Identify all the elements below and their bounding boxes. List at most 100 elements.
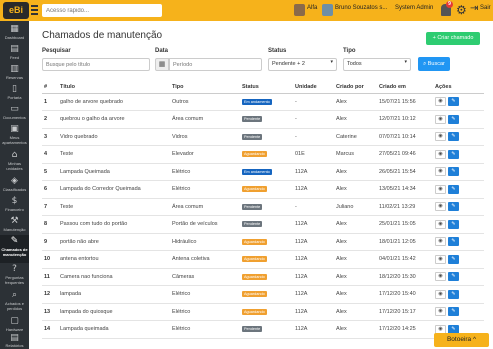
user2-name[interactable]: Bruno Souzatos s... xyxy=(335,5,387,11)
view-icon[interactable]: ◉ xyxy=(435,289,446,299)
logout-icon[interactable]: ⇥ xyxy=(470,3,478,14)
view-icon[interactable]: ◉ xyxy=(435,272,446,282)
table-row[interactable]: 11 Camera nao funciona Câmeras Aguardando 11… xyxy=(42,268,484,286)
edit-icon[interactable]: ✎ xyxy=(448,149,459,159)
row-title: Lampada queimada xyxy=(58,320,170,339)
chat-widget[interactable]: Botoeira ^ xyxy=(434,333,489,347)
status-badge: Pendente xyxy=(242,326,263,333)
table-row[interactable]: 3 Vidro quebrado Vidros Pendente - Caterine 07… xyxy=(42,128,484,146)
table-row[interactable]: 4 Teste Elevador Aguardando 01E Marcus 27/05/2… xyxy=(42,145,484,164)
row-id: 1 xyxy=(42,93,58,111)
view-icon[interactable]: ◉ xyxy=(435,149,446,159)
view-icon[interactable]: ◉ xyxy=(435,202,446,212)
table-row[interactable]: 5 Lampada Queimada Elétrico Em andamento 112… xyxy=(42,163,484,181)
row-created-at: 18/12/20 15:30 xyxy=(377,268,433,286)
edit-icon[interactable]: ✎ xyxy=(448,97,459,107)
edit-icon[interactable]: ✎ xyxy=(448,202,459,212)
feed-icon: ▤ xyxy=(10,44,19,54)
user1-name[interactable]: Alfa xyxy=(307,5,317,11)
column-header: Status xyxy=(240,82,293,94)
edit-icon[interactable]: ✎ xyxy=(448,237,459,247)
menu-toggle-icon[interactable] xyxy=(31,5,38,15)
chevron-down-icon: ▾ xyxy=(404,59,407,65)
sidebar: ▦ Dashboard ▤ Feed ▥ Reservas ▯ Portaria ▭ Do… xyxy=(0,21,29,349)
table-row[interactable]: 12 lampada Elétrico Aguardando 112A Alex 17/12… xyxy=(42,285,484,304)
edit-icon[interactable]: ✎ xyxy=(448,219,459,229)
status-select[interactable]: Pendente + 2 ▾ xyxy=(268,58,337,71)
view-icon[interactable]: ◉ xyxy=(435,184,446,194)
row-created-at: 17/12/20 15:17 xyxy=(377,303,433,321)
view-icon[interactable]: ◉ xyxy=(435,219,446,229)
row-unit: 112A xyxy=(293,180,334,199)
avatar[interactable] xyxy=(322,4,333,16)
gear-icon[interactable]: ⚙ xyxy=(456,3,467,17)
table-row[interactable]: 1 galho de arvore quebrado Outros Em andame… xyxy=(42,93,484,111)
view-icon[interactable]: ◉ xyxy=(435,254,446,264)
status-badge: Aguardando xyxy=(242,291,267,298)
edit-icon[interactable]: ✎ xyxy=(448,167,459,177)
row-actions: ◉ ✎ xyxy=(433,145,484,164)
sidebar-item-relatorios[interactable]: ▤ Relatórios xyxy=(0,333,29,349)
edit-icon[interactable]: ✎ xyxy=(448,114,459,124)
row-type: Elétrico xyxy=(170,303,240,321)
table-row[interactable]: 2 quebrou o galho da arvore Área comum Pend… xyxy=(42,110,484,129)
status-badge: Em andamento xyxy=(242,98,272,105)
view-icon[interactable]: ◉ xyxy=(435,132,446,142)
row-unit: 112A xyxy=(293,285,334,304)
row-created-at: 07/07/21 10:14 xyxy=(377,128,433,146)
row-id: 8 xyxy=(42,215,58,234)
row-id: 13 xyxy=(42,303,58,321)
app-logo[interactable]: eBi xyxy=(3,2,29,19)
search-input[interactable] xyxy=(42,58,150,71)
table-body: 1 galho de arvore quebrado Outros Em andame… xyxy=(42,93,484,339)
view-icon[interactable]: ◉ xyxy=(435,114,446,124)
status-label: Status xyxy=(268,48,287,54)
calendar-icon[interactable]: ▦ xyxy=(155,58,169,71)
row-title: Teste xyxy=(58,145,170,164)
sidebar-item-unidades[interactable]: ⌂ Minhas unidades xyxy=(0,149,29,175)
row-actions: ◉ ✎ xyxy=(433,198,484,216)
edit-icon[interactable]: ✎ xyxy=(448,272,459,282)
row-actions: ◉ ✎ xyxy=(433,250,484,269)
create-ticket-button[interactable]: + Criar chamado xyxy=(426,32,480,45)
table-row[interactable]: 14 Lampada queimada Elétrico Pendente 112A Al… xyxy=(42,320,484,339)
row-id: 9 xyxy=(42,233,58,251)
search-button[interactable]: ⌕ Buscar xyxy=(418,57,450,71)
edit-icon[interactable]: ✎ xyxy=(448,184,459,194)
type-select[interactable]: Todos ▾ xyxy=(343,58,411,71)
column-header: Unidade xyxy=(293,82,334,94)
date-range-input[interactable] xyxy=(169,58,262,71)
view-icon[interactable]: ◉ xyxy=(435,237,446,247)
view-icon[interactable]: ◉ xyxy=(435,97,446,107)
edit-icon[interactable]: ✎ xyxy=(448,132,459,142)
sidebar-item-achados[interactable]: ⌕ Achados e perdidos xyxy=(0,289,29,315)
avatar[interactable] xyxy=(294,4,305,16)
table-row[interactable]: 6 Lampada do Corredor Queimada Elétrico Agu… xyxy=(42,180,484,199)
edit-icon[interactable]: ✎ xyxy=(448,289,459,299)
sidebar-item-perguntas[interactable]: ? Perguntas frequentes xyxy=(0,263,29,289)
row-created-by: Marcus xyxy=(334,145,377,164)
table-row[interactable]: 9 portão não abre Hidráulico Aguardando 112A… xyxy=(42,233,484,251)
row-id: 10 xyxy=(42,250,58,269)
row-unit: 01E xyxy=(293,145,334,164)
table-row[interactable]: 10 antena entortou Antena coletiva Aguardan… xyxy=(42,250,484,269)
document-icon: ▭ xyxy=(10,104,19,114)
view-icon[interactable]: ◉ xyxy=(435,167,446,177)
row-created-at: 25/01/21 15:05 xyxy=(377,215,433,234)
row-title: portão não abre xyxy=(58,233,170,251)
table-row[interactable]: 13 lampada do quiosque Elétrico Aguardando 1… xyxy=(42,303,484,321)
home-icon: ⌂ xyxy=(11,150,18,160)
date-label: Data xyxy=(155,48,169,54)
table-row[interactable]: 7 Teste Área comum Pendente - Juliano 11/02/21… xyxy=(42,198,484,216)
sidebar-item-apartamentos[interactable]: ▣ Meus apartamentos xyxy=(0,123,29,149)
view-icon[interactable]: ◉ xyxy=(435,307,446,317)
row-actions: ◉ ✎ xyxy=(433,233,484,251)
table-row[interactable]: 8 Passou com tudo do portão Portão de veíc… xyxy=(42,215,484,234)
edit-icon[interactable]: ✎ xyxy=(448,254,459,264)
quick-search-input[interactable] xyxy=(42,4,162,17)
sidebar-item-chamados[interactable]: ✎ Chamados de manutenção xyxy=(0,235,29,263)
status-badge: Aguardando xyxy=(242,238,267,245)
logout-link[interactable]: Sair xyxy=(480,5,491,11)
edit-icon[interactable]: ✎ xyxy=(448,307,459,317)
table-header: # Título Tipo Status Unidade Criado por Criado… xyxy=(42,82,484,94)
